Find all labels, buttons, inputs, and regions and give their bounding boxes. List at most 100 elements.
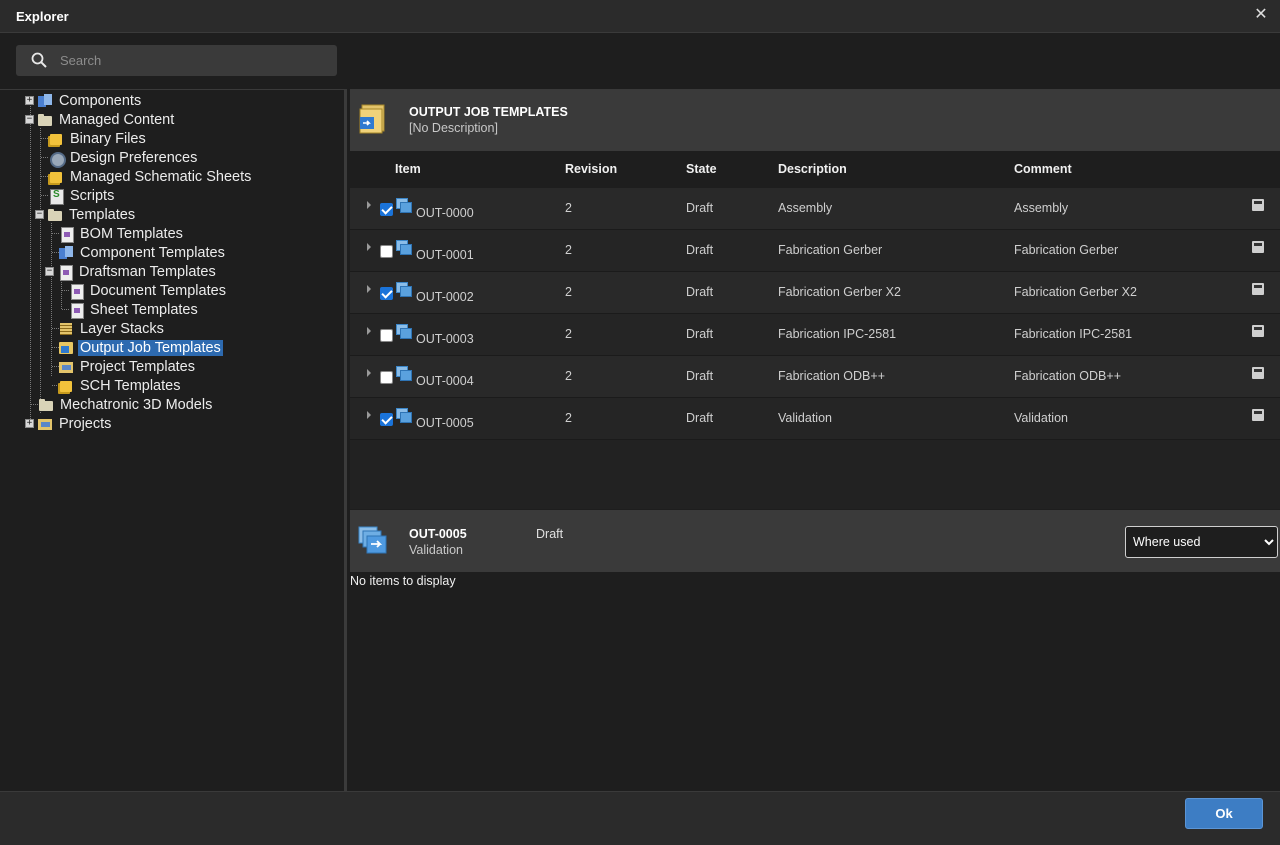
collapse-icon[interactable]: − [45, 267, 54, 276]
tree-item-binary-files[interactable]: Binary Files [48, 129, 148, 148]
tree-item-bom-templates[interactable]: BOM Templates [58, 224, 185, 243]
layer-icon [58, 321, 74, 337]
sheets-icon [58, 378, 74, 394]
tree-item-scripts[interactable]: Scripts [48, 186, 116, 205]
output-job-icon [396, 198, 412, 213]
expand-row-icon[interactable] [367, 201, 371, 209]
column-header-comment[interactable]: Comment [1014, 162, 1072, 176]
cell-item: OUT-0000 [416, 206, 474, 220]
tree-item-components[interactable]: + Components [25, 91, 143, 110]
close-icon[interactable]: ✕ [1252, 6, 1270, 24]
column-header-revision[interactable]: Revision [565, 162, 617, 176]
save-icon[interactable] [1252, 325, 1264, 337]
template-icon [68, 283, 84, 300]
search-box[interactable] [16, 45, 337, 76]
cell-state: Draft [686, 201, 714, 215]
row-checkbox[interactable] [380, 287, 393, 300]
cell-item: OUT-0002 [416, 290, 474, 304]
template-icon [58, 245, 74, 261]
column-header-description[interactable]: Description [778, 162, 847, 176]
cell-description: Fabrication ODB++ [778, 369, 885, 383]
tree-item-design-preferences[interactable]: Design Preferences [48, 148, 199, 168]
template-icon [68, 302, 84, 319]
folder-icon [37, 112, 53, 128]
folder-title: OUTPUT JOB TEMPLATES [409, 105, 568, 119]
expand-icon[interactable]: + [25, 419, 34, 428]
table-header: Item Revision State Description Comment [350, 151, 1280, 188]
detail-description: Validation [409, 543, 463, 557]
tree-item-mechatronic-3d-models[interactable]: Mechatronic 3D Models [38, 395, 214, 414]
detail-item-id: OUT-0005 [409, 527, 467, 541]
output-job-icon [58, 340, 74, 356]
cell-state: Draft [686, 327, 714, 341]
save-icon[interactable] [1252, 241, 1264, 253]
tree-item-draftsman-templates[interactable]: − Draftsman Templates [45, 262, 218, 281]
table-row[interactable]: OUT-0002 2 Draft Fabrication Gerber X2 F… [350, 272, 1280, 314]
cell-item: OUT-0003 [416, 332, 474, 346]
tree-item-output-job-templates[interactable]: Output Job Templates [58, 338, 223, 357]
column-header-state[interactable]: State [686, 162, 717, 176]
expand-row-icon[interactable] [367, 369, 371, 377]
table-row[interactable]: OUT-0003 2 Draft Fabrication IPC-2581 Fa… [350, 314, 1280, 356]
script-icon [48, 188, 64, 205]
output-job-icon [396, 408, 412, 423]
output-job-icon [396, 366, 412, 381]
output-job-icon [358, 526, 387, 554]
items-table: Item Revision State Description Comment … [350, 151, 1280, 509]
title-bar: Explorer ✕ [0, 0, 1280, 33]
table-row[interactable]: OUT-0005 2 Draft Validation Validation [350, 398, 1280, 440]
cell-comment: Validation [1014, 411, 1068, 425]
ok-button[interactable]: Ok [1185, 798, 1263, 829]
tree-item-document-templates[interactable]: Document Templates [68, 281, 228, 300]
empty-message: No items to display [350, 574, 456, 588]
row-checkbox[interactable] [380, 245, 393, 258]
row-checkbox[interactable] [380, 203, 393, 216]
tree-item-component-templates[interactable]: Component Templates [58, 243, 227, 262]
collapse-icon[interactable]: − [25, 115, 34, 124]
window-title: Explorer [16, 9, 69, 24]
cell-item: OUT-0005 [416, 416, 474, 430]
table-row[interactable]: OUT-0004 2 Draft Fabrication ODB++ Fabri… [350, 356, 1280, 398]
expand-row-icon[interactable] [367, 327, 371, 335]
save-icon[interactable] [1252, 367, 1264, 379]
table-row[interactable]: OUT-0000 2 Draft Assembly Assembly [350, 188, 1280, 230]
save-icon[interactable] [1252, 409, 1264, 421]
expand-row-icon[interactable] [367, 411, 371, 419]
folder-icon [38, 397, 54, 413]
output-job-icon [396, 324, 412, 339]
cell-state: Draft [686, 411, 714, 425]
search-icon [31, 52, 47, 68]
row-checkbox[interactable] [380, 413, 393, 426]
detail-content [350, 572, 1280, 790]
tree-item-templates[interactable]: − Templates [35, 205, 137, 224]
cell-description: Fabrication Gerber X2 [778, 285, 901, 299]
tree-item-managed-content[interactable]: − Managed Content [25, 110, 176, 129]
save-icon[interactable] [1252, 199, 1264, 211]
tree-item-managed-schematic-sheets[interactable]: Managed Schematic Sheets [48, 167, 253, 186]
column-header-item[interactable]: Item [395, 162, 421, 176]
cell-comment: Fabrication IPC-2581 [1014, 327, 1133, 341]
row-checkbox[interactable] [380, 329, 393, 342]
save-icon[interactable] [1252, 283, 1264, 295]
tree-item-project-templates[interactable]: Project Templates [58, 357, 197, 376]
expand-icon[interactable]: + [25, 96, 34, 105]
cell-revision: 2 [565, 285, 572, 299]
view-select[interactable]: Where used [1125, 526, 1278, 558]
table-row[interactable]: OUT-0001 2 Draft Fabrication Gerber Fabr… [350, 230, 1280, 272]
search-input[interactable] [60, 45, 330, 76]
tree-item-layer-stacks[interactable]: Layer Stacks [58, 319, 166, 338]
folder-icon [47, 207, 63, 223]
tree-item-sch-templates[interactable]: SCH Templates [58, 376, 182, 395]
tree-item-sheet-templates[interactable]: Sheet Templates [68, 300, 200, 319]
output-job-folder-icon [359, 104, 385, 134]
folder-header: OUTPUT JOB TEMPLATES [No Description] [350, 89, 1280, 151]
explorer-tree[interactable]: + Components − Managed Content Binary Fi… [0, 89, 347, 791]
tree-item-projects[interactable]: + Projects [25, 414, 113, 433]
expand-row-icon[interactable] [367, 285, 371, 293]
collapse-icon[interactable]: − [35, 210, 44, 219]
expand-row-icon[interactable] [367, 243, 371, 251]
row-checkbox[interactable] [380, 371, 393, 384]
folder-description: [No Description] [409, 121, 498, 135]
cell-revision: 2 [565, 201, 572, 215]
sheets-icon [48, 169, 64, 185]
